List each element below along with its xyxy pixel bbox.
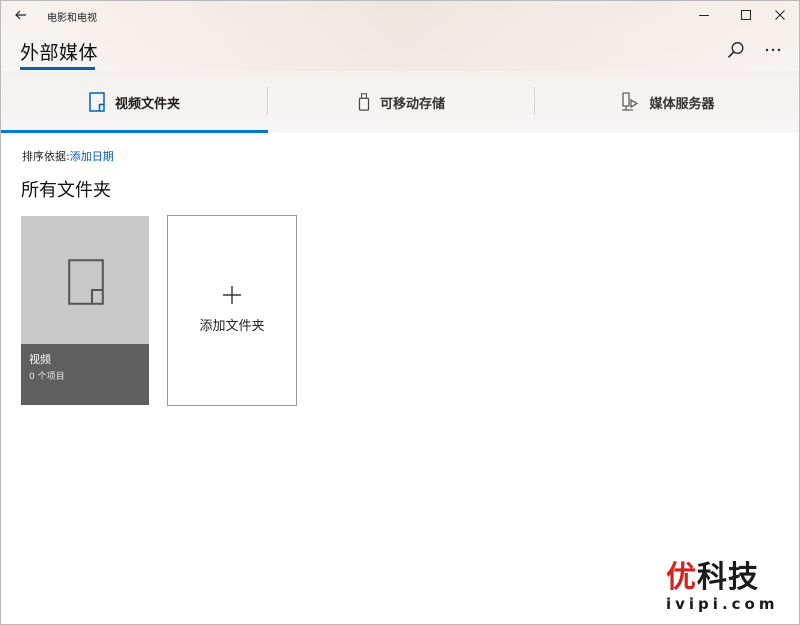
tab-video-folders[interactable]: 视频文件夹 [1, 71, 268, 133]
usb-drive-icon [358, 93, 370, 111]
tab-bar: 视频文件夹 可移动存储 媒体服务器 [1, 71, 799, 133]
search-icon [727, 42, 744, 58]
media-server-icon [622, 92, 639, 111]
page-title: 外部媒体 [20, 42, 99, 64]
watermark-url: ivipi.com [666, 595, 779, 613]
title-bar: 电影和电视 [1, 1, 799, 29]
back-arrow-icon [15, 10, 26, 20]
maximize-icon [741, 10, 751, 20]
tab-removable-storage-label: 可移动存储 [379, 96, 445, 112]
tab-media-servers[interactable]: 媒体服务器 [535, 71, 799, 133]
folder-name: 视频 [29, 353, 51, 366]
plus-icon [223, 286, 241, 304]
minimize-button[interactable] [687, 1, 721, 29]
sort-control: 排序依据:添加日期 [22, 148, 114, 164]
more-icon [765, 48, 781, 52]
watermark-logo: 优科技 [666, 560, 759, 595]
tab-removable-storage[interactable]: 可移动存储 [268, 71, 535, 133]
sort-label: 排序依据: [22, 150, 70, 163]
add-folder-label: 添加文件夹 [199, 319, 265, 334]
app-window: 电影和电视 外部媒体 视频文件夹 可移动存储 媒体服务器 排序依据:添加日期 所… [0, 0, 800, 625]
close-icon [775, 10, 785, 20]
more-button[interactable] [761, 39, 785, 61]
tab-video-folders-label: 视频文件夹 [114, 96, 180, 112]
folder-tile-footer: 视频 0 个项目 [21, 344, 149, 405]
search-button[interactable] [725, 39, 747, 61]
tab-active-indicator [1, 130, 268, 133]
folder-icon [68, 259, 104, 305]
folder-item-count: 0 个项目 [29, 372, 65, 382]
video-folder-icon [89, 92, 105, 112]
sort-value-link[interactable]: 添加日期 [70, 150, 114, 163]
folder-tile-video[interactable]: 视频 0 个项目 [21, 216, 149, 405]
close-button[interactable] [763, 1, 797, 29]
tab-media-servers-label: 媒体服务器 [649, 96, 715, 112]
page-title-underline [20, 67, 95, 70]
watermark: 优科技 ivipi.com [666, 562, 796, 622]
app-title: 电影和电视 [47, 13, 97, 24]
section-title: 所有文件夹 [21, 180, 111, 201]
minimize-icon [699, 15, 709, 16]
maximize-button[interactable] [729, 1, 763, 29]
back-button[interactable] [9, 4, 33, 26]
add-folder-button[interactable]: 添加文件夹 [167, 215, 297, 406]
